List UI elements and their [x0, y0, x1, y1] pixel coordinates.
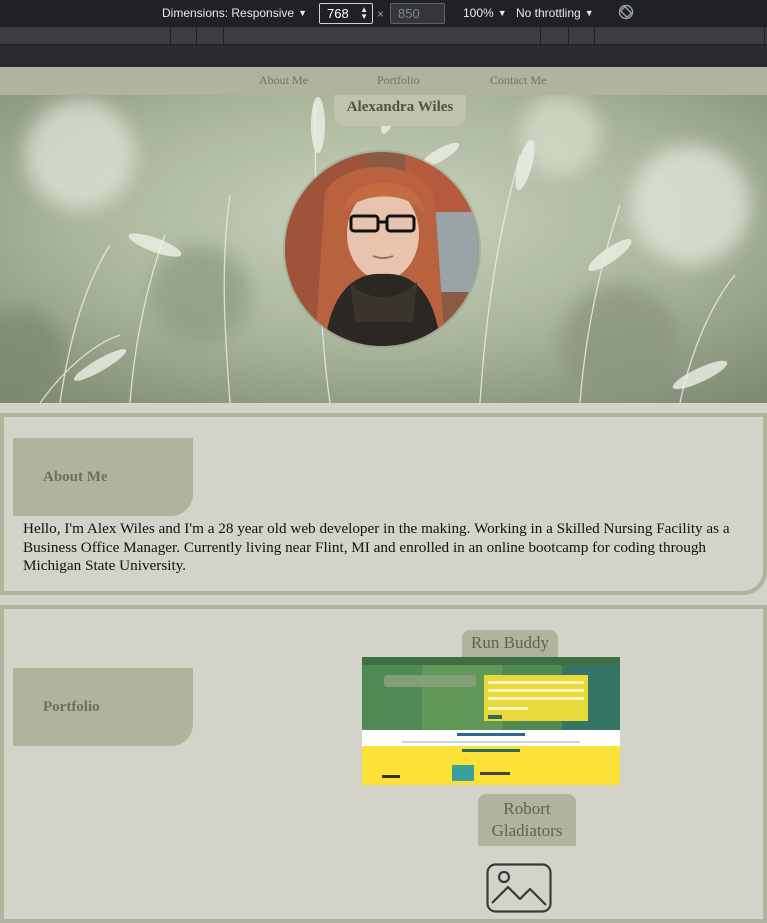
height-placeholder: 850	[398, 6, 420, 21]
rotate-icon[interactable]	[618, 4, 634, 20]
zoom-dropdown[interactable]: 100% ▼	[463, 6, 507, 20]
zoom-label: 100%	[463, 6, 494, 20]
devtools-divider	[0, 45, 767, 67]
width-input[interactable]: 768 ▲ ▼	[319, 3, 373, 24]
chevron-down-icon: ▼	[584, 8, 594, 18]
throttling-label: No throttling	[516, 6, 581, 20]
height-input[interactable]: 850	[390, 3, 445, 24]
chevron-down-icon: ▼	[298, 8, 307, 18]
dimensions-label: Dimensions: Responsive	[162, 6, 295, 20]
portfolio-section: Portfolio Run Buddy Robort Gladiators	[0, 605, 767, 923]
nav-portfolio[interactable]: Portfolio	[377, 73, 420, 88]
project-title-robort-gladiators[interactable]: Robort Gladiators	[478, 794, 576, 846]
spinner-arrows-icon[interactable]: ▲ ▼	[360, 6, 368, 21]
site-nav: About Me Portfolio Contact Me	[0, 67, 767, 95]
about-paragraph: Hello, I'm Alex Wiles and I'm a 28 year …	[23, 520, 730, 574]
project-title-run-buddy[interactable]: Run Buddy	[462, 630, 558, 657]
chevron-down-icon: ▼	[497, 8, 507, 18]
devtools-device-toolbar: Dimensions: Responsive ▼ 768 ▲ ▼ × 850 100…	[0, 0, 767, 27]
nav-about-me[interactable]: About Me	[259, 73, 308, 88]
portfolio-heading: Portfolio	[13, 668, 193, 746]
person-portrait-image	[285, 152, 479, 346]
profile-photo	[285, 152, 479, 346]
nav-contact-me[interactable]: Contact Me	[490, 73, 546, 88]
dimensions-dropdown[interactable]: Dimensions: Responsive ▼	[162, 6, 307, 20]
about-heading: About Me	[13, 438, 193, 516]
run-buddy-preview-image	[362, 657, 620, 785]
about-section: About Me Hello, I'm Alex Wiles and I'm a…	[0, 413, 767, 595]
throttling-dropdown[interactable]: No throttling ▼	[516, 6, 594, 20]
width-value: 768	[327, 6, 349, 21]
media-query-ruler[interactable]	[0, 27, 767, 45]
site-owner-name: Alexandra Wiles	[334, 95, 466, 126]
dimension-separator: ×	[377, 7, 385, 21]
run-buddy-screenshot[interactable]	[362, 657, 620, 785]
image-placeholder-icon	[486, 863, 552, 913]
